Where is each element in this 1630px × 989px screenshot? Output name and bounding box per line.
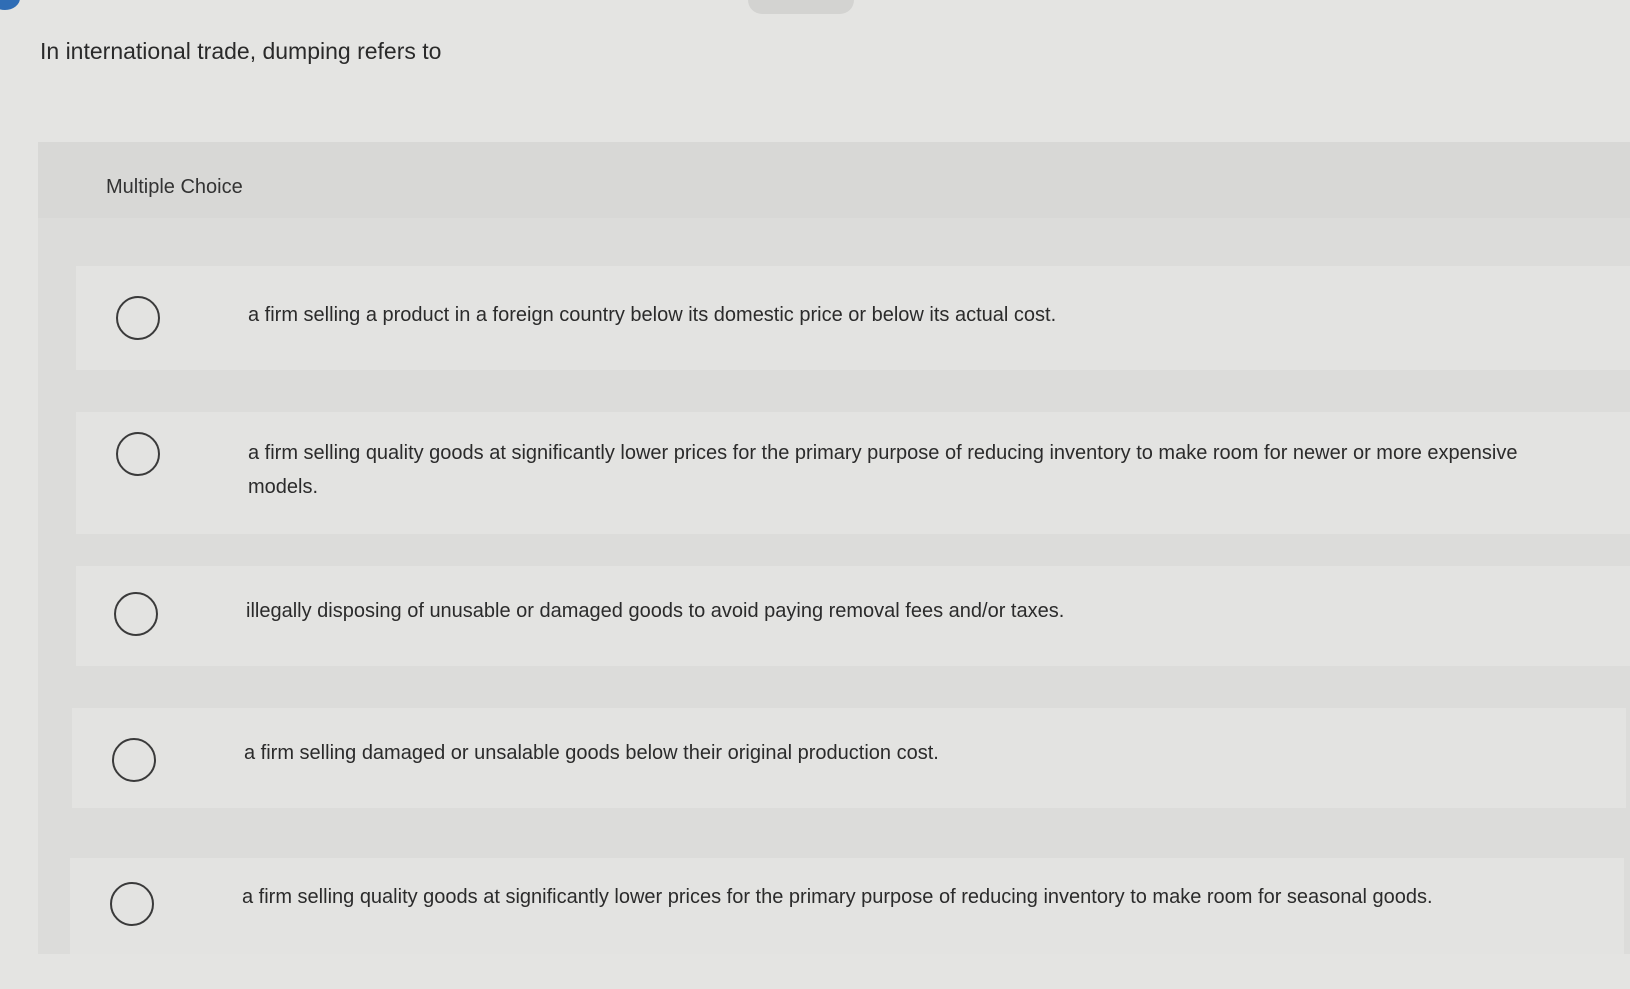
page: In international trade, dumping refers t… (0, 0, 1630, 989)
answer-option-1[interactable]: a firm selling a product in a foreign co… (76, 266, 1630, 370)
answer-option-5[interactable]: a firm selling quality goods at signific… (70, 858, 1624, 954)
answer-option-text: a firm selling quality goods at signific… (248, 442, 1518, 498)
top-tab[interactable] (748, 0, 854, 14)
radio-button-icon[interactable] (116, 432, 160, 476)
answer-option-text: a firm selling quality goods at signific… (242, 886, 1433, 908)
multiple-choice-label: Multiple Choice (106, 176, 243, 198)
radio-button-icon[interactable] (112, 738, 156, 782)
radio-button-icon[interactable] (110, 882, 154, 926)
question-text: In international trade, dumping refers t… (40, 38, 442, 64)
multiple-choice-panel: Multiple Choice a firm selling a product… (38, 142, 1630, 954)
answer-option-text: a firm selling damaged or unsalable good… (244, 742, 939, 764)
radio-button-icon[interactable] (116, 296, 160, 340)
multiple-choice-header: Multiple Choice (38, 142, 1630, 218)
answer-option-text: a firm selling a product in a foreign co… (248, 304, 1057, 326)
corner-badge-icon (0, 0, 20, 10)
answer-option-text: illegally disposing of unusable or damag… (246, 600, 1065, 622)
radio-button-icon[interactable] (114, 592, 158, 636)
answer-option-2[interactable]: a firm selling quality goods at signific… (76, 412, 1630, 534)
answer-option-3[interactable]: illegally disposing of unusable or damag… (76, 566, 1630, 666)
answer-option-4[interactable]: a firm selling damaged or unsalable good… (72, 708, 1626, 808)
